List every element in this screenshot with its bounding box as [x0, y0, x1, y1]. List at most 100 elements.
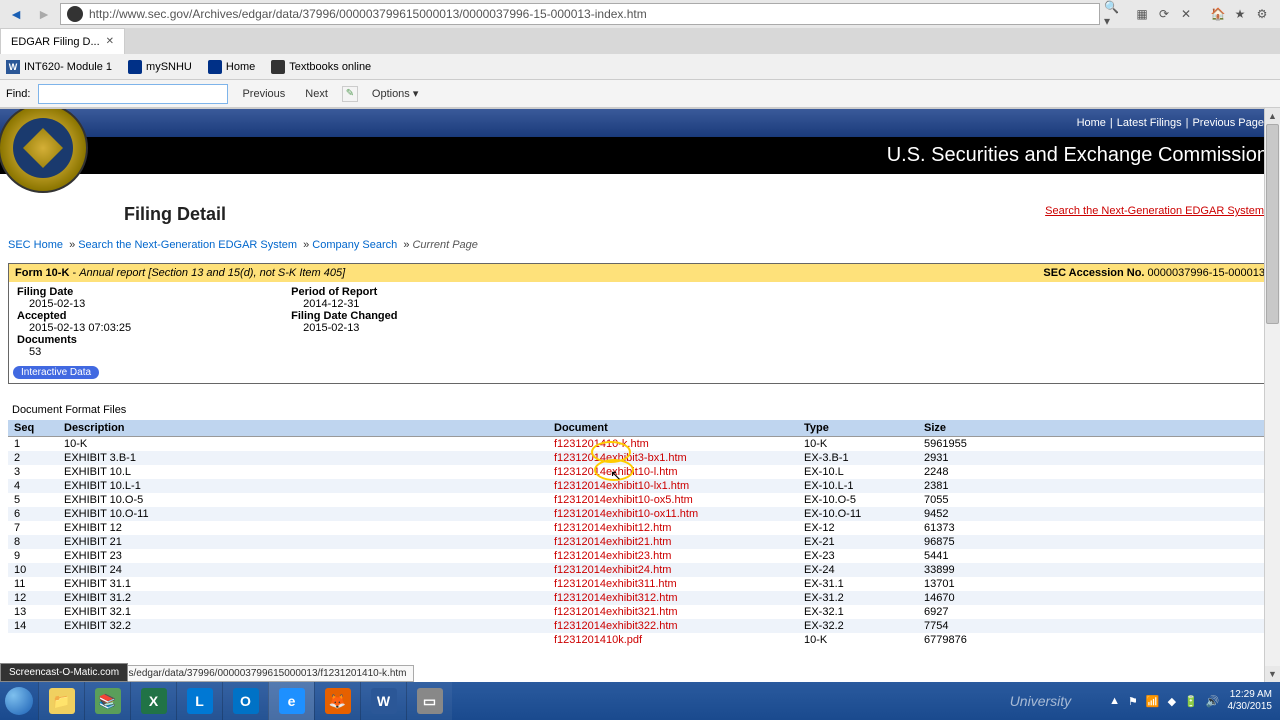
filing-info-box: Form 10-K - Annual report [Section 13 an…	[8, 263, 1272, 384]
task-lync[interactable]: L	[176, 682, 222, 720]
task-outlook[interactable]: O	[222, 682, 268, 720]
tray-app-icon[interactable]: ◆	[1168, 695, 1176, 708]
tray-battery-icon[interactable]: 🔋	[1184, 695, 1198, 708]
vertical-scrollbar[interactable]: ▲ ▼	[1264, 108, 1280, 682]
document-link[interactable]: f12312014exhibit321.htm	[554, 606, 678, 618]
interactive-data-button[interactable]: Interactive Data	[13, 366, 99, 379]
document-link[interactable]: f1231201410k.pdf	[554, 634, 642, 646]
address-bar[interactable]: http://www.sec.gov/Archives/edgar/data/3…	[60, 3, 1100, 25]
document-link[interactable]: f12312014exhibit21.htm	[554, 536, 671, 548]
home-icon[interactable]: 🏠	[1210, 6, 1226, 22]
task-snip[interactable]: ▭	[406, 682, 452, 720]
cell-size: 96875	[918, 535, 1272, 549]
find-options-button[interactable]: Options ▾	[366, 84, 425, 103]
cell-seq: 14	[8, 619, 58, 633]
cell-size: 7055	[918, 493, 1272, 507]
clock-date: 4/30/2015	[1228, 701, 1273, 713]
search-icon[interactable]: 🔍▾	[1104, 3, 1124, 25]
task-libraries[interactable]: 📚	[84, 682, 130, 720]
document-link[interactable]: f12312014exhibit12.htm	[554, 522, 671, 534]
bookmark-icon	[208, 60, 222, 74]
scroll-down-button[interactable]: ▼	[1265, 666, 1280, 682]
bookmark-label: Textbooks online	[289, 61, 371, 73]
tab-edgar[interactable]: EDGAR Filing D... ✕	[0, 28, 125, 54]
task-ie[interactable]: e	[268, 682, 314, 720]
task-firefox[interactable]: 🦊	[314, 682, 360, 720]
bookmark-item[interactable]: WINT620- Module 1	[6, 60, 112, 74]
gear-icon[interactable]: ⚙	[1254, 6, 1270, 22]
search-ng-link[interactable]: Search the Next-Generation EDGAR System	[1045, 204, 1264, 218]
taskbar-brand: University	[1010, 693, 1071, 709]
cell-description: EXHIBIT 10.L	[58, 465, 548, 479]
document-link[interactable]: f12312014exhibit10-ox5.htm	[554, 494, 693, 506]
find-label: Find:	[6, 88, 30, 100]
document-link[interactable]: f12312014exhibit322.htm	[554, 620, 678, 632]
tray-network-icon[interactable]: 📶	[1146, 695, 1160, 708]
changed-value: 2015-02-13	[303, 322, 397, 334]
document-link[interactable]: f12312014exhibit311.htm	[554, 578, 677, 590]
cell-type: EX-21	[798, 535, 918, 549]
tab-close-icon[interactable]: ✕	[106, 36, 114, 47]
bookmark-item[interactable]: Textbooks online	[271, 60, 371, 74]
bookmark-icon: W	[6, 60, 20, 74]
cell-seq: 6	[8, 507, 58, 521]
task-word[interactable]: W	[360, 682, 406, 720]
tray-flag-icon[interactable]: ⚑	[1128, 695, 1138, 708]
col-description: Description	[58, 420, 548, 437]
task-explorer[interactable]: 📁	[38, 682, 84, 720]
cell-description: EXHIBIT 10.O-11	[58, 507, 548, 521]
refresh-icon[interactable]: ⟳	[1156, 6, 1172, 22]
scroll-up-button[interactable]: ▲	[1265, 108, 1280, 124]
document-link[interactable]: f1231201410-k.htm	[554, 438, 649, 450]
breadcrumb-link[interactable]: Company Search	[312, 239, 397, 251]
banner-top-links: Home | Latest Filings | Previous Page	[0, 109, 1280, 137]
highlight-icon[interactable]: ✎	[342, 86, 358, 102]
sec-banner: Home | Latest Filings | Previous Page U.…	[0, 109, 1280, 174]
tray-up-icon[interactable]: ▲	[1109, 695, 1120, 707]
grid-icon[interactable]: ▦	[1134, 6, 1150, 22]
nav-bar: ◄ ► http://www.sec.gov/Archives/edgar/da…	[0, 0, 1280, 28]
col-size: Size	[918, 420, 1272, 437]
start-button[interactable]	[0, 682, 38, 720]
table-row: 11 EXHIBIT 31.1 f12312014exhibit311.htm …	[8, 577, 1272, 591]
document-link[interactable]: f12312014exhibit24.htm	[554, 564, 671, 576]
find-prev-button[interactable]: Previous	[236, 85, 291, 103]
document-link[interactable]: f12312014exhibit10-ox11.htm	[554, 508, 698, 520]
breadcrumb-link[interactable]: Search the Next-Generation EDGAR System	[78, 239, 297, 251]
scroll-thumb[interactable]	[1266, 124, 1279, 324]
forward-button[interactable]: ►	[32, 3, 56, 25]
banner-link[interactable]: Home	[1077, 117, 1106, 129]
cell-description: EXHIBIT 32.2	[58, 619, 548, 633]
table-row: f1231201410k.pdf 10-K 6779876	[8, 633, 1272, 647]
site-icon	[67, 6, 83, 22]
breadcrumb-current: Current Page	[412, 239, 477, 251]
back-button[interactable]: ◄	[4, 3, 28, 25]
find-input[interactable]	[38, 84, 228, 104]
cell-description: 10-K	[58, 437, 548, 452]
cell-description: EXHIBIT 23	[58, 549, 548, 563]
breadcrumb-link[interactable]: SEC Home	[8, 239, 63, 251]
document-link[interactable]: f12312014exhibit312.htm	[554, 592, 678, 604]
filing-date-label: Filing Date	[17, 286, 131, 298]
cell-size: 7754	[918, 619, 1272, 633]
task-excel[interactable]: X	[130, 682, 176, 720]
taskbar-clock[interactable]: 12:29 AM 4/30/2015	[1228, 689, 1273, 713]
document-link[interactable]: f12312014exhibit23.htm	[554, 550, 671, 562]
table-row: 8 EXHIBIT 21 f12312014exhibit21.htm EX-2…	[8, 535, 1272, 549]
form-name: Form 10-K	[15, 267, 69, 279]
cell-seq: 11	[8, 577, 58, 591]
stop-icon[interactable]: ✕	[1178, 6, 1194, 22]
cell-seq: 2	[8, 451, 58, 465]
banner-link[interactable]: Previous Page	[1192, 117, 1264, 129]
find-next-button[interactable]: Next	[299, 85, 334, 103]
bookmark-icon	[271, 60, 285, 74]
period-value: 2014-12-31	[303, 298, 397, 310]
favorites-icon[interactable]: ★	[1232, 6, 1248, 22]
tray-volume-icon[interactable]: 🔊	[1206, 695, 1220, 708]
bookmark-item[interactable]: Home	[208, 60, 255, 74]
document-link[interactable]: f12312014exhibit3-bx1.htm	[554, 452, 687, 464]
cell-seq: 9	[8, 549, 58, 563]
bookmark-item[interactable]: mySNHU	[128, 60, 192, 74]
banner-link[interactable]: Latest Filings	[1117, 117, 1182, 129]
screencast-badge: Screencast-O-Matic.com	[0, 663, 128, 682]
